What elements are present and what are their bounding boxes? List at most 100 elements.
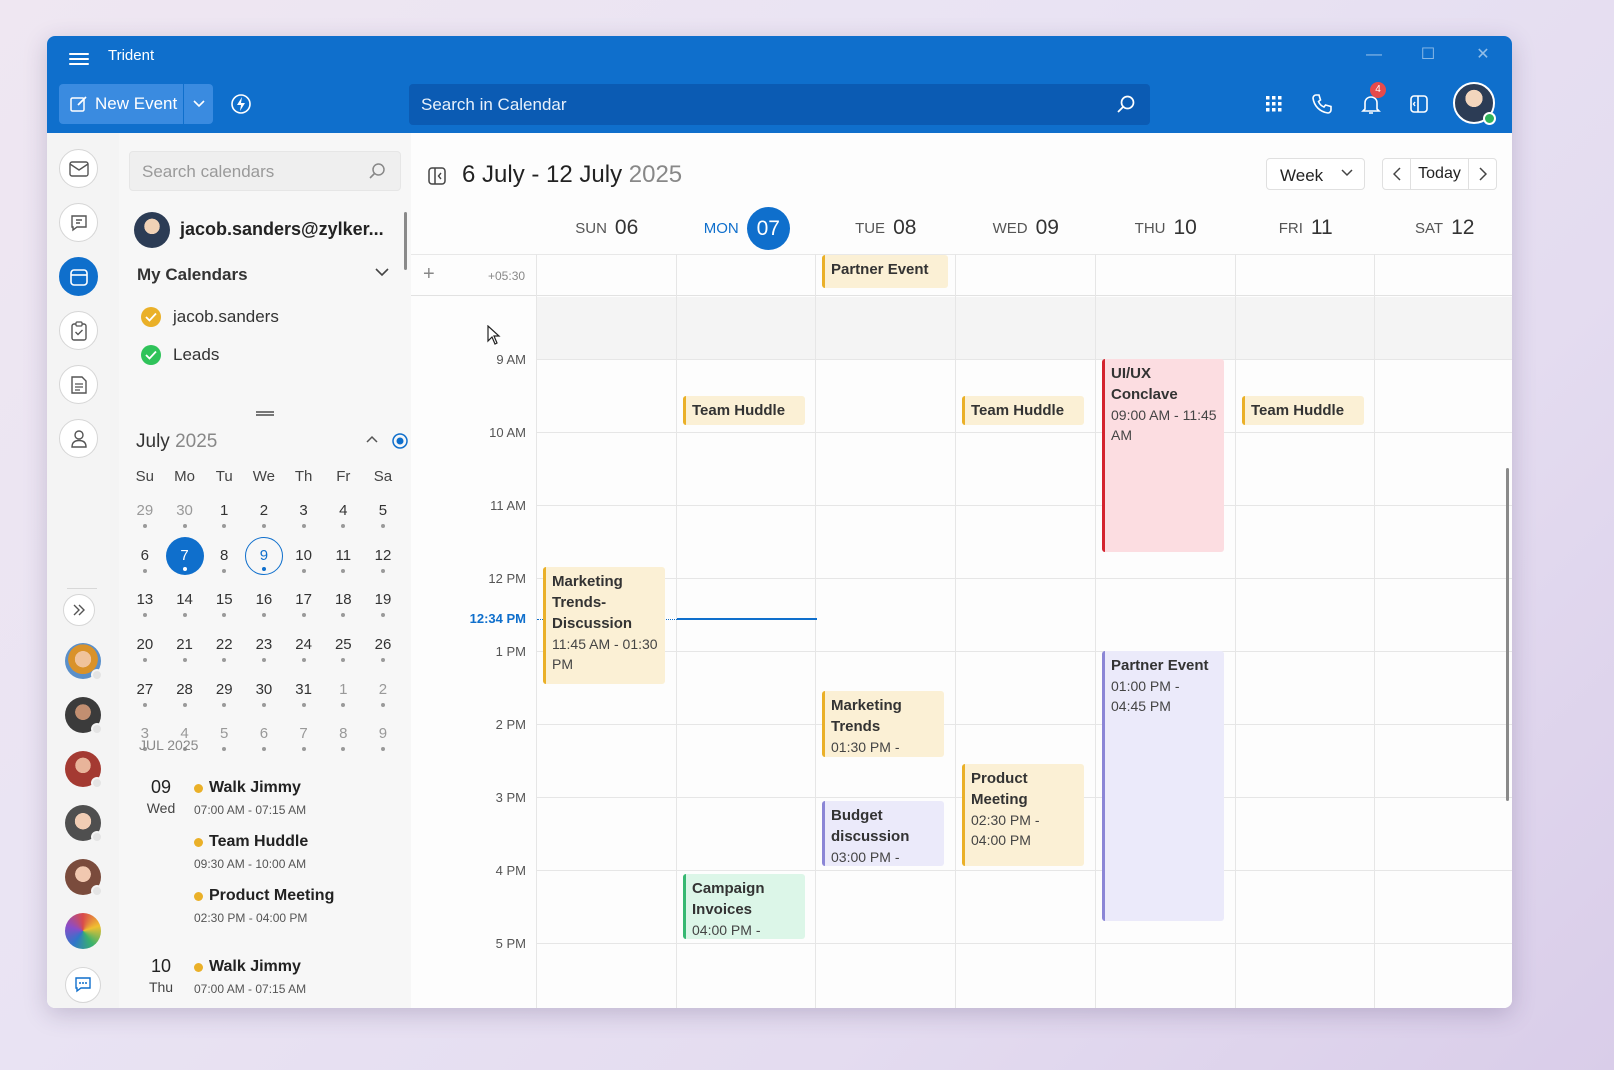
mini-calendar-day[interactable]: 4 [323, 490, 363, 535]
mini-calendar-day[interactable]: 3 [284, 490, 324, 535]
today-button[interactable]: Today [1411, 159, 1468, 189]
mini-calendar-day[interactable]: 24 [284, 624, 324, 669]
user-avatar[interactable] [1453, 82, 1496, 125]
feedback-rail-button[interactable] [65, 967, 101, 1003]
account-email[interactable]: jacob.sanders@zylker... [180, 219, 384, 240]
mini-calendar-day[interactable]: 8 [323, 713, 363, 758]
search-calendars-input[interactable]: Search calendars [129, 151, 401, 191]
calendar-event[interactable]: Team Huddle [683, 395, 805, 425]
go-to-today-icon[interactable] [391, 432, 409, 450]
agenda-event[interactable]: Walk Jimmy 07:00 AM - 07:15 AM [194, 779, 306, 817]
calendar-item-jacob[interactable]: jacob.sanders [141, 306, 279, 328]
mini-calendar-day[interactable]: 30 [165, 490, 205, 535]
mini-calendar-day[interactable]: 21 [165, 624, 205, 669]
mini-calendar-day[interactable]: 7 [284, 713, 324, 758]
mini-calendar-day[interactable]: 25 [323, 624, 363, 669]
mini-calendar-day[interactable]: 6 [125, 535, 165, 580]
mini-calendar-day[interactable]: 17 [284, 579, 324, 624]
mini-calendar-day[interactable]: 5 [363, 490, 403, 535]
mini-calendar-day[interactable]: 2 [244, 490, 284, 535]
resize-grip-icon[interactable] [256, 411, 274, 416]
expand-rail-button[interactable] [63, 594, 95, 626]
contact-avatar[interactable] [65, 805, 103, 843]
mini-calendar-day[interactable]: 30 [244, 669, 284, 714]
new-event-dropdown[interactable] [184, 84, 213, 124]
chevron-up-icon[interactable] [366, 434, 378, 444]
mini-calendar-day[interactable]: 5 [204, 713, 244, 758]
mini-calendar-day[interactable]: 28 [165, 669, 205, 714]
mini-calendar-day[interactable]: 2 [363, 669, 403, 714]
calendar-event[interactable]: UI/UX Conclave 09:00 AM - 11:45 AM [1102, 359, 1224, 553]
calendar-search-input[interactable]: Search in Calendar [409, 84, 1150, 125]
mini-calendar-day[interactable]: 26 [363, 624, 403, 669]
checkmark-icon[interactable] [141, 345, 161, 365]
day-header[interactable]: WED 09 [956, 212, 1096, 244]
mini-calendar-day[interactable]: 29 [204, 669, 244, 714]
mini-calendar-day[interactable]: 11 [323, 535, 363, 580]
new-event-button[interactable]: New Event [59, 84, 183, 124]
mini-calendar-day[interactable]: 19 [363, 579, 403, 624]
quick-action-bolt-icon[interactable] [230, 93, 252, 115]
maximize-icon[interactable]: ☐ [1406, 42, 1450, 68]
calendar-event[interactable]: Team Huddle [1242, 395, 1364, 425]
day-header[interactable]: TUE 08 [816, 212, 956, 244]
previous-week-button[interactable] [1383, 159, 1411, 189]
search-icon[interactable] [368, 162, 386, 180]
day-header[interactable]: FRI 11 [1236, 212, 1376, 244]
mini-calendar-day[interactable]: 14 [165, 579, 205, 624]
view-selector[interactable]: Week [1266, 158, 1365, 190]
mini-calendar-day[interactable]: 15 [204, 579, 244, 624]
mini-calendar-day[interactable]: 18 [323, 579, 363, 624]
calendar-event[interactable]: Budget discussion 03:00 PM - 04:00 [822, 800, 944, 867]
mini-calendar-day[interactable]: 31 [284, 669, 324, 714]
mini-calendar-day[interactable]: 9 [244, 535, 284, 580]
chat-rail-button[interactable] [59, 203, 98, 242]
day-header[interactable]: SUN 06 [537, 212, 677, 244]
mini-calendar-day[interactable]: 12 [363, 535, 403, 580]
all-day-event[interactable]: Partner Event [822, 255, 948, 288]
chevron-down-icon[interactable] [375, 267, 389, 277]
calendar-rail-button[interactable] [59, 257, 98, 296]
mini-calendar-day[interactable]: 1 [204, 490, 244, 535]
calendar-event[interactable]: Partner Event 01:00 PM - 04:45 PM [1102, 651, 1224, 922]
mini-calendar-day[interactable]: 8 [204, 535, 244, 580]
mini-calendar-day[interactable]: 23 [244, 624, 284, 669]
mini-calendar-day[interactable]: 22 [204, 624, 244, 669]
sidebar-scrollbar[interactable] [404, 212, 407, 270]
all-day-row[interactable]: + +05:30 [411, 254, 1512, 296]
notes-rail-button[interactable] [59, 365, 98, 404]
mini-calendar-day[interactable]: 7 [165, 535, 205, 580]
mini-calendar-day[interactable]: 10 [284, 535, 324, 580]
calendar-event[interactable]: Marketing Trends 01:30 PM - 02:30 [822, 691, 944, 757]
tasks-rail-button[interactable] [59, 311, 98, 350]
minimize-icon[interactable]: — [1352, 42, 1396, 68]
add-all-day-icon[interactable]: + [423, 263, 435, 286]
mini-calendar-day[interactable]: 1 [323, 669, 363, 714]
search-icon[interactable] [1116, 94, 1136, 114]
phone-icon[interactable] [1310, 92, 1334, 116]
calendar-event[interactable]: Marketing Trends-Discussion 11:45 AM - 01… [543, 567, 665, 684]
mail-rail-button[interactable] [59, 149, 98, 188]
calendar-event[interactable]: Campaign Invoices 04:00 PM - 05:00 [683, 873, 805, 940]
agenda-event[interactable]: Product Meeting 02:30 PM - 04:00 PM [194, 887, 334, 925]
calendar-event[interactable]: Product Meeting 02:30 PM - 04:00 PM [962, 764, 1084, 867]
side-panel-icon[interactable] [1407, 92, 1431, 116]
mini-calendar-day[interactable]: 6 [244, 713, 284, 758]
week-view-scrollbar[interactable] [1506, 468, 1509, 801]
hamburger-menu-icon[interactable] [67, 50, 91, 66]
day-header[interactable]: THU 10 [1096, 212, 1236, 244]
day-header[interactable]: MON 07 [677, 206, 817, 250]
mini-calendar-day[interactable]: 29 [125, 490, 165, 535]
close-icon[interactable]: ✕ [1461, 42, 1505, 68]
time-grid[interactable]: + +05:30 9 AM 10 AM 11 AM 12 PM 1 PM 2 PM 3 PM… [411, 254, 1512, 1008]
collapse-sidebar-icon[interactable] [427, 166, 447, 186]
mini-calendar-day[interactable]: 13 [125, 579, 165, 624]
checkmark-icon[interactable] [141, 307, 161, 327]
calendar-item-leads[interactable]: Leads [141, 344, 219, 366]
mini-calendar-day[interactable]: 27 [125, 669, 165, 714]
contact-avatar[interactable] [65, 859, 103, 897]
apps-grid-icon[interactable] [1262, 92, 1286, 116]
contacts-rail-button[interactable] [59, 419, 98, 458]
next-week-button[interactable] [1468, 159, 1496, 189]
contact-avatar[interactable] [65, 751, 103, 789]
